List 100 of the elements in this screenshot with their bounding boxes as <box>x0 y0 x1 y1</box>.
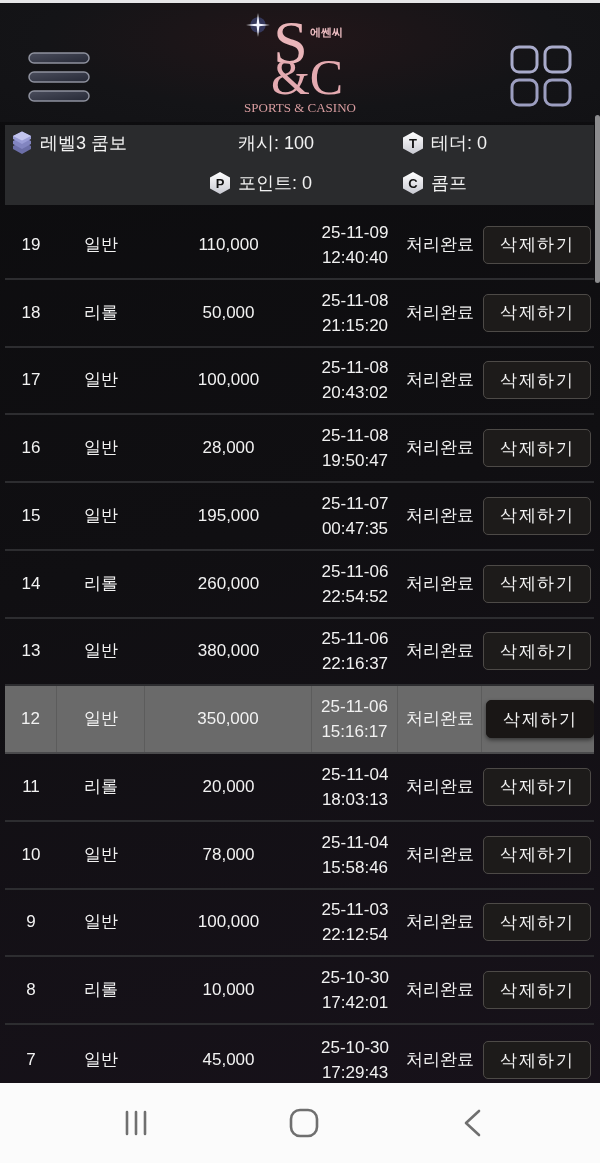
history-row[interactable]: 10 일반 78,000 25-11-04 15:58:46 처리완료 삭제하기 <box>5 821 594 890</box>
date-time: 25-11-06 15:16:17 <box>321 696 388 744</box>
amount-text: 195,000 <box>197 505 260 526</box>
logo-korean-name: 에쎈씨 <box>309 25 343 39</box>
bet-type: 일반 <box>84 370 118 391</box>
delete-button[interactable]: 삭제하기 <box>486 700 594 739</box>
amount-text: 110,000 <box>198 234 259 255</box>
date-time: 25-11-06 22:54:52 <box>321 560 389 608</box>
logo-tagline: SPORTS & CASINO <box>244 100 356 116</box>
delete-button[interactable]: 삭제하기 <box>483 767 591 806</box>
status-text: 처리완료 <box>406 573 474 594</box>
delete-button[interactable]: 삭제하기 <box>483 835 591 874</box>
date-time: 25-11-06 22:16:37 <box>321 628 389 676</box>
status-text: 처리완료 <box>406 370 474 391</box>
amount-text: 78,000 <box>202 844 255 865</box>
date-time: 25-11-08 19:50:47 <box>321 425 389 473</box>
bet-type: 일반 <box>84 844 118 865</box>
amount-text: 28,000 <box>202 438 255 459</box>
history-row[interactable]: 15 일반 195,000 25-11-07 00:47:35 처리완료 삭제하기 <box>5 483 594 551</box>
status-text: 처리완료 <box>406 844 474 865</box>
bet-type: 일반 <box>84 641 118 662</box>
delete-button[interactable]: 삭제하기 <box>483 632 591 671</box>
row-number: 15 <box>21 505 41 526</box>
delete-button[interactable]: 삭제하기 <box>483 1041 591 1079</box>
delete-button[interactable]: 삭제하기 <box>483 496 591 535</box>
row-number: 19 <box>21 234 41 255</box>
tether-balance: 테더: 0 <box>431 132 487 155</box>
history-row[interactable]: 14 리롤 260,000 25-11-06 22:54:52 처리완료 삭제하기 <box>5 550 594 619</box>
bet-type: 일반 <box>84 1050 118 1070</box>
bet-type: 일반 <box>84 505 118 526</box>
status-text: 처리완료 <box>406 438 474 459</box>
bet-type: 리롤 <box>84 573 118 594</box>
date-time: 25-11-04 15:58:46 <box>321 831 389 879</box>
delete-button[interactable]: 삭제하기 <box>483 225 591 264</box>
amount-text: 50,000 <box>202 302 255 323</box>
row-number: 12 <box>21 709 40 730</box>
row-number: 16 <box>21 438 41 459</box>
row-number: 7 <box>26 1050 36 1070</box>
amount-text: 45,000 <box>202 1050 255 1070</box>
history-row[interactable]: 12 일반 350,000 25-11-06 15:16:17 처리완료 삭제하기 <box>5 686 594 754</box>
status-text: 처리완료 <box>406 980 474 1001</box>
hexagon-letter-icon: T <box>403 132 423 154</box>
amount-text: 100,000 <box>197 370 260 391</box>
bet-type: 리롤 <box>84 980 118 1001</box>
grid-icon[interactable] <box>510 45 572 107</box>
row-number: 18 <box>21 302 41 323</box>
row-number: 9 <box>26 912 36 933</box>
layers-icon <box>12 131 32 155</box>
vertical-bars-icon[interactable] <box>124 1110 148 1136</box>
comp-label: 콤프 <box>431 172 467 195</box>
point-balance: 포인트: 0 <box>238 172 312 195</box>
hexagon-letter-icon: C <box>403 172 423 194</box>
delete-button[interactable]: 삭제하기 <box>483 293 591 332</box>
bet-type: 리롤 <box>84 776 118 797</box>
row-number: 13 <box>21 641 41 662</box>
row-number: 10 <box>21 844 41 865</box>
delete-button[interactable]: 삭제하기 <box>483 361 591 400</box>
status-text: 처리완료 <box>406 302 474 323</box>
history-row[interactable]: 18 리롤 50,000 25-11-08 21:15:20 처리완료 삭제하기 <box>5 279 594 348</box>
date-time: 25-11-03 22:12:54 <box>321 899 389 947</box>
amount-text: 350,000 <box>197 709 259 730</box>
rounded-square-icon[interactable] <box>289 1108 319 1138</box>
date-time: 25-11-08 20:43:02 <box>321 357 389 405</box>
bet-type: 일반 <box>84 912 118 933</box>
delete-button[interactable]: 삭제하기 <box>483 903 591 942</box>
cash-balance: 캐시: 100 <box>238 132 315 155</box>
status-text: 처리완료 <box>406 776 474 797</box>
history-row[interactable]: 11 리롤 20,000 25-11-04 18:03:13 처리완료 삭제하기 <box>5 754 594 822</box>
date-time: 25-10-30 17:42:01 <box>320 967 390 1015</box>
bet-type: 일반 <box>83 709 118 730</box>
status-text: 처리완료 <box>406 912 474 933</box>
row-number: 11 <box>22 776 40 797</box>
chevron-left-icon[interactable] <box>462 1109 482 1137</box>
row-number: 14 <box>21 573 41 594</box>
bet-type: 리롤 <box>84 302 118 323</box>
delete-button[interactable]: 삭제하기 <box>483 564 591 603</box>
date-time: 25-11-09 12:40:40 <box>321 221 389 269</box>
amount-text: 100,000 <box>197 912 260 933</box>
bet-type: 일반 <box>84 234 118 255</box>
row-number: 17 <box>21 370 41 391</box>
level-text: 레벨3 쿰보 <box>40 132 127 155</box>
date-time: 25-11-07 00:47:35 <box>321 492 389 540</box>
history-row[interactable]: 9 일반 100,000 25-11-03 22:12:54 처리완료 삭제하기 <box>5 889 594 958</box>
amount-text: 260,000 <box>197 573 260 594</box>
status-text: 처리완료 <box>406 505 474 526</box>
status-text: 처리완료 <box>406 234 474 255</box>
hexagon-letter-icon: P <box>210 172 230 194</box>
history-row[interactable]: 16 일반 28,000 25-11-08 19:50:47 처리완료 삭제하기 <box>5 415 594 483</box>
delete-button[interactable]: 삭제하기 <box>483 429 591 468</box>
amount-text: 380,000 <box>197 641 260 662</box>
status-text: 처리완료 <box>406 1050 474 1070</box>
scrollbar-thumb[interactable] <box>595 115 600 283</box>
history-row[interactable]: 17 일반 100,000 25-11-08 20:43:02 처리완료 삭제하기 <box>5 347 594 416</box>
status-text: 처리완료 <box>406 641 474 662</box>
history-row[interactable]: 19 일반 110,000 25-11-09 12:40:40 처리완료 삭제하기 <box>5 212 594 280</box>
date-time: 25-11-04 18:03:13 <box>321 763 389 811</box>
delete-button[interactable]: 삭제하기 <box>483 971 591 1010</box>
date-time: 25-10-30 17:29:43 <box>320 1037 390 1083</box>
row-number: 8 <box>26 980 36 1001</box>
menu-icon[interactable] <box>28 52 90 102</box>
